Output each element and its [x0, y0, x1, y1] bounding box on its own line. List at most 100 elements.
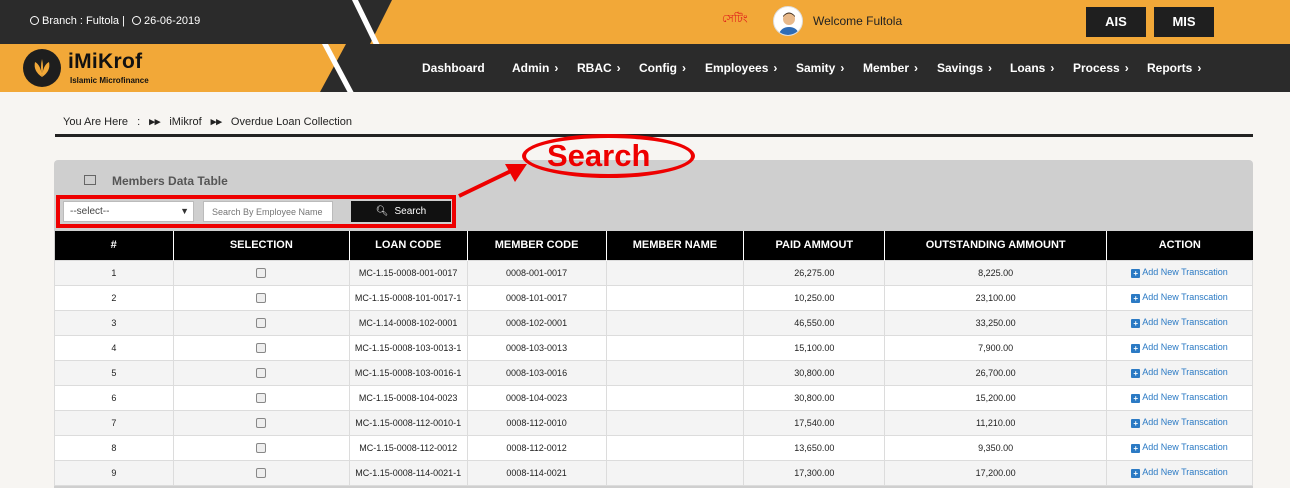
- col-header-member-code: MEMBER CODE: [467, 231, 607, 260]
- nav-item-loans[interactable]: Loans ›: [1010, 61, 1054, 75]
- logo-icon[interactable]: [23, 49, 61, 87]
- loan-code: MC-1.15-0008-101-0017-1: [348, 284, 468, 311]
- add-transaction-label: Add New Transcation: [1142, 317, 1228, 327]
- add-transaction-link[interactable]: + Add New Transcation: [1131, 317, 1228, 328]
- add-transaction-link[interactable]: + Add New Transcation: [1131, 342, 1228, 353]
- row-action[interactable]: + Add New Transcation: [1106, 334, 1253, 361]
- table-row: 1 MC-1.15-0008-001-0017 0008-001-0017 26,27…: [54, 259, 1253, 286]
- col-header-outstanding: OUTSTANDING AMMOUNT: [884, 231, 1108, 260]
- row-number: 7: [54, 409, 174, 436]
- member-code: 0008-001-0017: [466, 259, 607, 286]
- add-transaction-link[interactable]: + Add New Transcation: [1131, 442, 1228, 453]
- row-number: 3: [54, 309, 174, 336]
- add-transaction-link[interactable]: + Add New Transcation: [1131, 467, 1228, 478]
- row-checkbox[interactable]: [256, 342, 267, 353]
- loan-code: MC-1.15-0008-112-0012: [348, 434, 468, 461]
- nav-item-admin[interactable]: Admin ›: [512, 61, 558, 75]
- row-action[interactable]: + Add New Transcation: [1106, 259, 1253, 286]
- paid-amount: 17,300.00: [743, 459, 886, 486]
- ais-button[interactable]: AIS: [1086, 7, 1146, 37]
- add-transaction-link[interactable]: + Add New Transcation: [1131, 392, 1228, 403]
- row-selection[interactable]: [172, 409, 350, 436]
- row-action[interactable]: + Add New Transcation: [1106, 384, 1253, 411]
- row-selection[interactable]: [172, 459, 350, 486]
- row-checkbox[interactable]: [256, 392, 267, 403]
- row-selection[interactable]: [172, 259, 350, 286]
- nav-item-dashboard[interactable]: Dashboard: [422, 61, 485, 75]
- avatar[interactable]: [773, 6, 803, 36]
- date-text: 26-06-2019: [144, 15, 201, 27]
- chart-icon: [84, 175, 96, 185]
- row-action[interactable]: + Add New Transcation: [1106, 359, 1253, 386]
- loan-code: MC-1.15-0008-112-0010-1: [348, 409, 468, 436]
- nav-item-samity[interactable]: Samity ›: [796, 61, 844, 75]
- table-row: 7 MC-1.15-0008-112-0010-1 0008-112-0010 17,…: [54, 409, 1253, 436]
- row-selection[interactable]: [172, 434, 350, 461]
- row-selection[interactable]: [172, 334, 350, 361]
- row-selection[interactable]: [172, 309, 350, 336]
- outstanding-amount: 23,100.00: [884, 284, 1108, 311]
- language-link[interactable]: সেটিং: [722, 10, 748, 29]
- double-chevron-icon: ▸▸: [149, 116, 161, 128]
- row-action[interactable]: + Add New Transcation: [1106, 309, 1253, 336]
- nav-item-process[interactable]: Process ›: [1073, 61, 1129, 75]
- nav-item-member[interactable]: Member ›: [863, 61, 918, 75]
- mis-button[interactable]: MIS: [1154, 7, 1214, 37]
- logo-subtitle: Islamic Microfinance: [70, 76, 149, 85]
- breadcrumb-prefix: You Are Here: [63, 116, 129, 128]
- add-transaction-label: Add New Transcation: [1142, 342, 1228, 352]
- row-checkbox[interactable]: [256, 417, 267, 428]
- nav-item-rbac[interactable]: RBAC ›: [577, 61, 621, 75]
- member-code: 0008-104-0023: [466, 384, 607, 411]
- chevron-right-icon: ›: [616, 61, 621, 75]
- col-header-num: #: [54, 231, 174, 260]
- loan-code: MC-1.15-0008-001-0017: [348, 259, 468, 286]
- row-action[interactable]: + Add New Transcation: [1106, 459, 1253, 486]
- plus-square-icon: +: [1131, 344, 1141, 353]
- nav-item-reports[interactable]: Reports ›: [1147, 61, 1201, 75]
- member-name: [605, 284, 745, 311]
- add-transaction-link[interactable]: + Add New Transcation: [1131, 417, 1228, 428]
- row-checkbox[interactable]: [256, 367, 267, 378]
- row-number: 9: [54, 459, 174, 486]
- plus-square-icon: +: [1131, 419, 1141, 428]
- chevron-right-icon: ›: [840, 61, 845, 75]
- add-transaction-link[interactable]: + Add New Transcation: [1131, 267, 1228, 278]
- row-checkbox[interactable]: [256, 442, 267, 453]
- nav-item-savings[interactable]: Savings ›: [937, 61, 992, 75]
- member-code: 0008-103-0013: [466, 334, 607, 361]
- chevron-right-icon: ›: [1124, 61, 1129, 75]
- row-checkbox[interactable]: [256, 267, 267, 278]
- chevron-right-icon: ›: [914, 61, 919, 75]
- row-checkbox[interactable]: [256, 292, 267, 303]
- row-checkbox[interactable]: [256, 317, 267, 328]
- chevron-right-icon: ›: [1197, 61, 1202, 75]
- nav-item-employees[interactable]: Employees ›: [705, 61, 777, 75]
- breadcrumb-home[interactable]: iMikrof: [169, 116, 201, 128]
- add-transaction-link[interactable]: + Add New Transcation: [1131, 292, 1228, 303]
- col-header-loan-code: LOAN CODE: [349, 231, 468, 260]
- add-transaction-link[interactable]: + Add New Transcation: [1131, 367, 1228, 378]
- row-checkbox[interactable]: [256, 467, 267, 478]
- logo-title[interactable]: iMiKrof: [68, 50, 142, 74]
- outstanding-amount: 33,250.00: [884, 309, 1108, 336]
- paid-amount: 46,550.00: [743, 309, 886, 336]
- welcome-text: Welcome Fultola: [813, 14, 903, 28]
- row-action[interactable]: + Add New Transcation: [1106, 409, 1253, 436]
- row-number: 2: [54, 284, 174, 311]
- outstanding-amount: 17,200.00: [884, 459, 1108, 486]
- nav-item-config[interactable]: Config ›: [639, 61, 686, 75]
- paid-amount: 26,275.00: [743, 259, 886, 286]
- table-row: 2 MC-1.15-0008-101-0017-1 0008-101-0017 10,…: [54, 284, 1253, 311]
- row-number: 4: [54, 334, 174, 361]
- row-action[interactable]: + Add New Transcation: [1106, 434, 1253, 461]
- row-selection[interactable]: [172, 384, 350, 411]
- plus-square-icon: +: [1131, 294, 1141, 303]
- add-transaction-label: Add New Transcation: [1142, 417, 1228, 427]
- branch-text: Branch : Fultola |: [42, 15, 125, 27]
- row-selection[interactable]: [172, 284, 350, 311]
- row-action[interactable]: + Add New Transcation: [1106, 284, 1253, 311]
- add-transaction-label: Add New Transcation: [1142, 267, 1228, 277]
- row-selection[interactable]: [172, 359, 350, 386]
- chevron-right-icon: ›: [554, 61, 559, 75]
